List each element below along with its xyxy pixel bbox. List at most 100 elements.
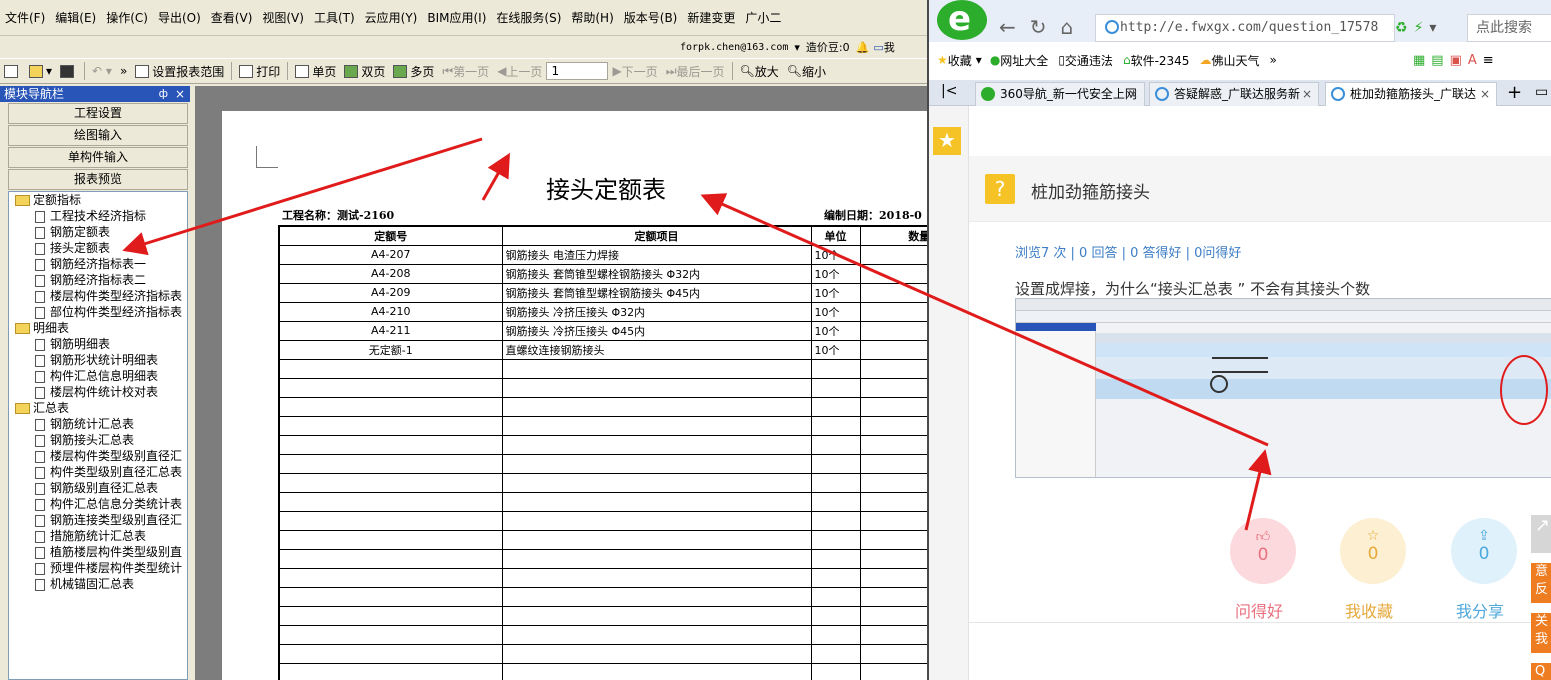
tree-folder[interactable]: 汇总表	[9, 400, 187, 416]
menu-item-1[interactable]: 编辑(E)	[50, 0, 101, 36]
nav-button-report-preview[interactable]: 报表预览	[8, 169, 188, 190]
print-button[interactable]: 打印	[235, 59, 284, 83]
close-icon[interactable]: ×	[1128, 83, 1138, 105]
tree-folder[interactable]: 定额指标	[9, 192, 187, 208]
new-tab-icon[interactable]: +	[1507, 82, 1522, 103]
menu-icon[interactable]: ≡	[1483, 53, 1494, 68]
apps-icon[interactable]: ▦	[1413, 53, 1425, 68]
tree-item[interactable]: 钢筋明细表	[9, 336, 187, 352]
double-page-button[interactable]: 双页	[340, 59, 389, 83]
menu-item-9[interactable]: 在线服务(S)	[491, 0, 566, 36]
tree-item[interactable]: 预埋件楼层构件类型统计	[9, 560, 187, 576]
pdf-icon[interactable]: A	[1468, 53, 1477, 68]
tree-item[interactable]: 钢筋统计汇总表	[9, 416, 187, 432]
address-bar[interactable]: http://e.fwxgx.com/question_17578	[1095, 14, 1395, 42]
favorite-button[interactable]: ☆ 0	[1340, 518, 1406, 584]
me-label[interactable]: 我	[884, 39, 895, 55]
fav-item-weather[interactable]: 佛山天气	[1211, 52, 1259, 69]
fav-item-traffic[interactable]: 交通违法	[1065, 52, 1113, 69]
question-screenshot-image[interactable]	[1015, 298, 1551, 478]
menu-item-4[interactable]: 查看(V)	[206, 0, 258, 36]
fav-more[interactable]: »	[1269, 53, 1276, 67]
zoom-in-button[interactable]: 🔍︎ 放大	[736, 59, 783, 83]
page-number-input[interactable]: 1	[546, 62, 609, 80]
tree-item[interactable]: 钢筋级别直径汇总表	[9, 480, 187, 496]
tree-item[interactable]: 措施筋统计汇总表	[9, 528, 187, 544]
pin-icon[interactable]: ф	[159, 86, 168, 102]
bell-icon[interactable]: 🔔	[856, 41, 870, 54]
tree-item[interactable]: 楼层构件类型经济指标表	[9, 288, 187, 304]
menu-item-7[interactable]: 云应用(Y)	[360, 0, 423, 36]
new-file-button[interactable]	[0, 59, 25, 83]
ask-good-label[interactable]: 问得好	[1235, 598, 1283, 622]
tree-item[interactable]: 植筋楼层构件类型级别直	[9, 544, 187, 560]
nav-button-single-component[interactable]: 单构件输入	[8, 147, 188, 168]
dropdown-icon[interactable]: ▾	[794, 41, 800, 54]
tree-item[interactable]: 工程技术经济指标	[9, 208, 187, 224]
tab-faq[interactable]: 答疑解惑_广联达服务新 ×	[1149, 82, 1319, 106]
menu-item-8[interactable]: BIM应用(I)	[422, 0, 491, 36]
menu-item-2[interactable]: 操作(C)	[101, 0, 153, 36]
tree-item[interactable]: 钢筋连接类型级别直径汇	[9, 512, 187, 528]
search-box[interactable]: 点此搜索	[1467, 14, 1551, 42]
menu-item-5[interactable]: 视图(V)	[257, 0, 309, 36]
single-page-button[interactable]: 单页	[291, 59, 340, 83]
menu-item-12[interactable]: 新建变更	[682, 0, 740, 36]
book-icon[interactable]: ▤	[1431, 53, 1443, 68]
tab-question-active[interactable]: 桩加劲箍筋接头_广联达 ×	[1325, 82, 1497, 106]
set-range-button[interactable]: 设置报表范围	[131, 59, 228, 83]
chevron-down-icon[interactable]: ▾	[1429, 20, 1436, 36]
tree-item[interactable]: 构件类型级别直径汇总表	[9, 464, 187, 480]
first-page-button[interactable]: ⏮ 第一页	[438, 59, 493, 83]
tree-item[interactable]: 钢筋经济指标表二	[9, 272, 187, 288]
side-scroll-top[interactable]: ↗	[1531, 515, 1551, 553]
menu-item-13[interactable]: 广小二	[740, 0, 786, 36]
prev-page-button[interactable]: ◀ 上一页	[493, 59, 546, 83]
side-feedback-button[interactable]: 意反	[1531, 563, 1551, 603]
last-page-button[interactable]: ⏭ 最后一页	[662, 59, 729, 83]
menu-item-3[interactable]: 导出(O)	[153, 0, 206, 36]
tree-item[interactable]: 钢筋定额表	[9, 224, 187, 240]
home-icon[interactable]: ⌂	[1061, 15, 1074, 39]
more-button[interactable]: »	[116, 59, 131, 83]
menu-item-10[interactable]: 帮助(H)	[566, 0, 618, 36]
refresh-icon[interactable]: ↻	[1030, 15, 1047, 39]
close-icon[interactable]: ×	[1302, 83, 1312, 105]
zoom-out-button[interactable]: 🔍︎ 缩小	[783, 59, 830, 83]
open-file-button[interactable]: ▾	[25, 59, 56, 83]
account-email[interactable]: forpk.chen@163.com	[680, 42, 788, 53]
side-qq-button[interactable]: Q	[1531, 663, 1551, 680]
tree-item[interactable]: 部位构件类型经济指标表	[9, 304, 187, 320]
tab-360-nav[interactable]: 360导航_新一代安全上网 ×	[975, 82, 1145, 106]
menu-item-11[interactable]: 版本号(B)	[619, 0, 683, 36]
ask-good-button[interactable]: 👍︎ 0	[1230, 518, 1296, 584]
multi-page-button[interactable]: 多页	[389, 59, 438, 83]
share-button[interactable]: ⇪ 0	[1451, 518, 1517, 584]
favorite-label[interactable]: 我收藏	[1345, 598, 1393, 622]
calendar-icon[interactable]: ▣	[1450, 53, 1462, 68]
tree-item[interactable]: 构件汇总信息分类统计表	[9, 496, 187, 512]
close-icon[interactable]: ×	[175, 86, 185, 102]
fav-item-software[interactable]: 软件-2345	[1131, 52, 1190, 69]
tree-folder[interactable]: 明细表	[9, 320, 187, 336]
next-page-button[interactable]: ▶ 下一页	[608, 59, 661, 83]
tree-item[interactable]: 钢筋经济指标表一	[9, 256, 187, 272]
close-icon[interactable]: ×	[1480, 83, 1490, 105]
back-icon[interactable]: ←	[999, 15, 1016, 39]
favorite-star-icon[interactable]: ★	[933, 127, 961, 155]
fav-item-collect[interactable]: 收藏	[948, 52, 972, 69]
side-follow-button[interactable]: 关我	[1531, 613, 1551, 653]
save-button[interactable]	[56, 59, 81, 83]
tab-scroll-left-icon[interactable]: |<	[941, 83, 957, 99]
tree-item[interactable]: 钢筋接头汇总表	[9, 432, 187, 448]
lightning-icon[interactable]: ⚡	[1414, 20, 1424, 36]
nav-button-drawing-input[interactable]: 绘图输入	[8, 125, 188, 146]
tab-list-icon[interactable]: ▭	[1535, 84, 1548, 100]
tree-item[interactable]: 构件汇总信息明细表	[9, 368, 187, 384]
share-label[interactable]: 我分享	[1456, 598, 1504, 622]
fav-item-sites[interactable]: 网址大全	[1000, 52, 1048, 69]
tree-item[interactable]: 接头定额表	[9, 240, 187, 256]
menu-item-6[interactable]: 工具(T)	[309, 0, 360, 36]
undo-button[interactable]: ↶ ▾	[88, 59, 116, 83]
recycle-icon[interactable]: ♻	[1395, 20, 1408, 36]
